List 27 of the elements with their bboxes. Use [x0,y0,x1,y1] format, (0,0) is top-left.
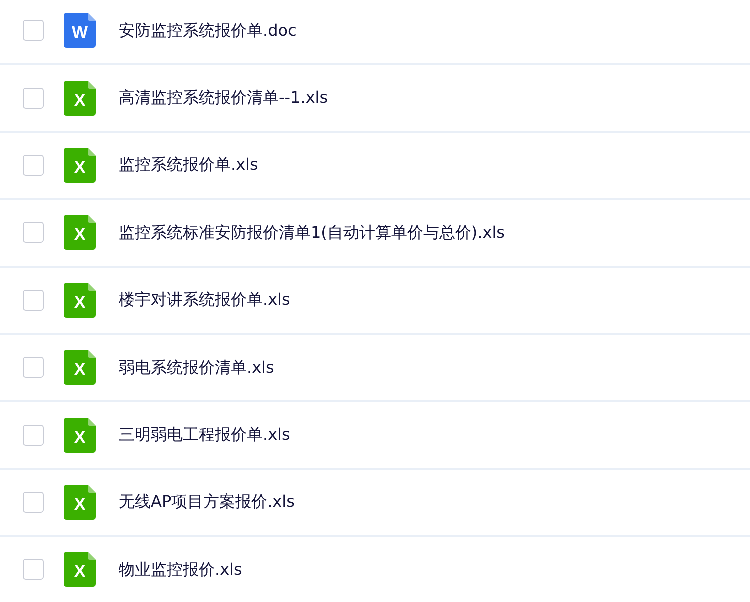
file-name[interactable]: 监控系统报价单.xls [119,153,258,178]
checkbox[interactable] [23,88,44,109]
file-name[interactable]: 无线AP项目方案报价.xls [119,490,295,514]
spreadsheet-icon: X [64,282,96,318]
checkbox[interactable] [23,492,44,513]
spreadsheet-icon: X [64,552,96,588]
checkbox[interactable] [23,357,44,378]
checkbox[interactable] [23,222,44,244]
file-name[interactable]: 弱电系统报价清单.xls [119,356,274,380]
file-name[interactable]: 高清监控系统报价清单--1.xls [119,86,328,110]
spreadsheet-icon: X [64,418,96,453]
file-name[interactable]: 楼宇对讲系统报价单.xls [119,288,290,312]
checkbox[interactable] [23,424,44,446]
file-name[interactable]: 监控系统标准安防报价清单1(自动计算单价与总价).xls [119,220,505,245]
spreadsheet-icon: X [64,215,96,250]
checkbox[interactable] [23,290,44,311]
file-name[interactable]: 安防监控系统报价单.doc [119,18,297,43]
document-icon: W [64,13,96,48]
checkbox[interactable] [23,20,44,42]
spreadsheet-icon: X [64,484,96,520]
spreadsheet-icon: X [64,148,96,183]
file-name[interactable]: 物业监控报价.xls [119,558,242,582]
spreadsheet-icon: X [64,350,96,386]
checkbox[interactable] [23,154,44,176]
file-name[interactable]: 三明弱电工程报价单.xls [119,423,290,448]
spreadsheet-icon: X [64,80,96,116]
checkbox[interactable] [23,559,44,580]
